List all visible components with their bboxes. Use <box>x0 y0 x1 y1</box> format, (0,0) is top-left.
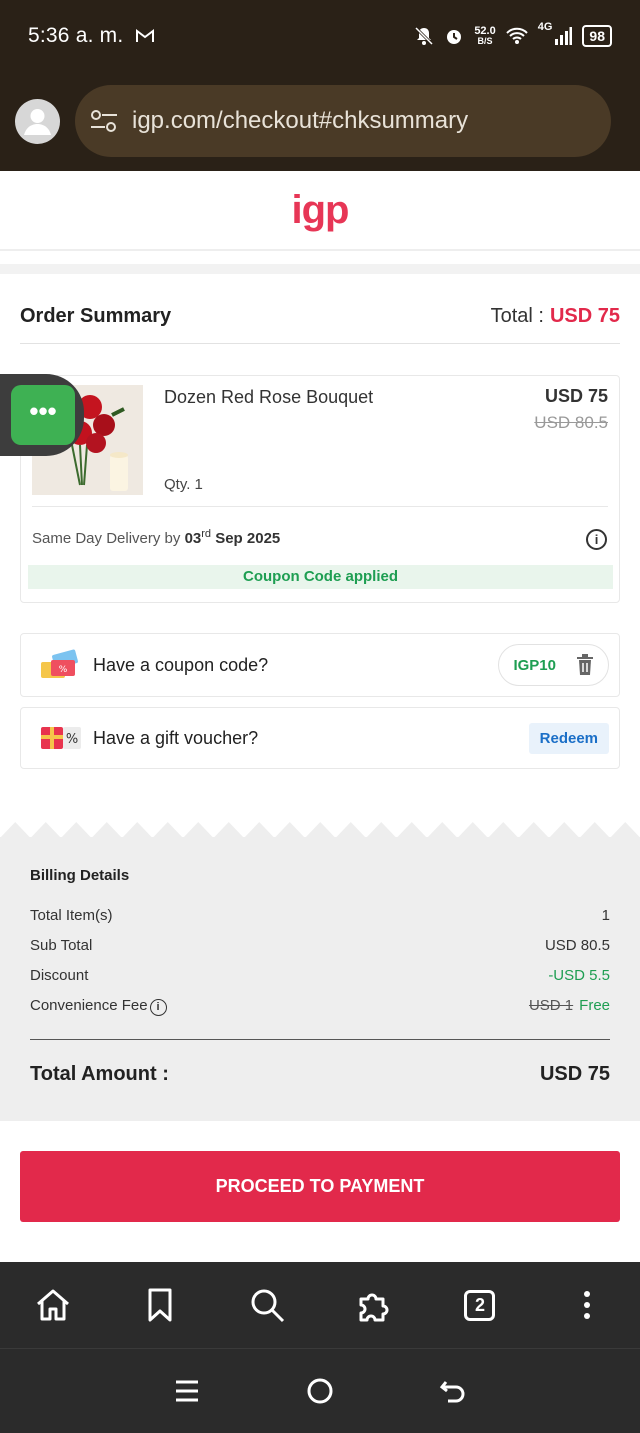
back-icon[interactable] <box>438 1376 468 1406</box>
system-nav-bar <box>0 1348 640 1433</box>
product-price: USD 75 <box>544 386 608 406</box>
svg-text:%: % <box>66 732 78 747</box>
browser-bottom-nav: 2 <box>0 1262 640 1348</box>
tabs-icon[interactable]: 2 <box>460 1285 500 1325</box>
status-bar: 5:36 a. m. 52.0 B/S 4G 98 <box>0 0 640 72</box>
chat-fab[interactable]: ••• <box>0 374 84 456</box>
applied-coupon-chip: IGP10 <box>498 644 609 686</box>
order-summary-title: Order Summary <box>20 305 172 327</box>
search-icon[interactable] <box>247 1285 287 1325</box>
tabs-count: 2 <box>464 1289 496 1321</box>
bill-row-subtotal: Sub Total USD 80.5 <box>30 937 610 954</box>
network-type: 4G <box>537 21 553 33</box>
mute-bell-icon <box>415 26 434 46</box>
svg-text:%: % <box>59 665 68 675</box>
more-dots-icon: ••• <box>11 385 75 445</box>
product-old-price: USD 80.5 <box>534 413 608 432</box>
proceed-to-payment-button[interactable]: PROCEED TO PAYMENT <box>20 1151 620 1222</box>
delivery-info: Same Day Delivery by 03rd Sep 2025 <box>32 528 281 547</box>
net-speed: 52.0 B/S <box>474 25 496 47</box>
gmail-icon <box>136 29 155 42</box>
order-total-value: USD 75 <box>549 305 620 327</box>
info-icon[interactable]: i <box>586 529 607 550</box>
trash-icon[interactable] <box>576 654 594 676</box>
browser-toolbar: igp.com/checkout#chksummary <box>0 72 640 171</box>
coupon-code: IGP10 <box>513 656 556 674</box>
signal-icon <box>555 27 573 45</box>
coupon-row[interactable]: % Have a coupon code? IGP10 <box>20 633 620 697</box>
total-amount-label: Total Amount : <box>30 1063 169 1085</box>
bill-row-discount: Discount -USD 5.5 <box>30 967 610 984</box>
address-bar[interactable]: igp.com/checkout#chksummary <box>75 85 611 157</box>
profile-avatar[interactable] <box>15 99 60 144</box>
bill-row-total-items: Total Item(s) 1 <box>30 907 610 924</box>
gift-voucher-row[interactable]: % Have a gift voucher? Redeem <box>20 707 620 769</box>
billing-details: Billing Details Total Item(s) 1 Sub Total… <box>0 837 640 1121</box>
recent-apps-icon[interactable] <box>172 1376 202 1406</box>
battery-icon: 98 <box>582 25 612 47</box>
coupon-label: Have a coupon code? <box>93 654 269 675</box>
zigzag-divider <box>0 822 640 838</box>
order-summary-header: Order Summary Total : USD 75 <box>20 290 620 344</box>
billing-title: Billing Details <box>30 867 130 884</box>
convenience-info-icon[interactable]: i <box>149 999 167 1016</box>
total-amount-row: Total Amount : USD 75 <box>30 1063 610 1086</box>
total-amount-value: USD 75 <box>539 1063 610 1085</box>
home-button-icon[interactable] <box>305 1376 335 1406</box>
more-menu-icon[interactable] <box>567 1285 607 1325</box>
section-divider <box>0 264 640 274</box>
order-total: Total : USD 75 <box>490 305 620 327</box>
divider <box>32 506 608 507</box>
wifi-icon <box>506 27 528 44</box>
order-summary: Order Summary Total : USD 75 <box>20 290 620 344</box>
gift-voucher-icon: % <box>39 721 83 755</box>
coupon-applied-banner: Coupon Code applied <box>28 565 613 589</box>
home-icon[interactable] <box>33 1285 73 1325</box>
extensions-icon[interactable] <box>353 1285 393 1325</box>
site-settings-icon[interactable] <box>90 109 118 133</box>
product-card: Dozen Red Rose Bouquet Qty. 1 USD 75 USD… <box>20 375 620 603</box>
alarm-icon <box>447 30 462 44</box>
gift-voucher-label: Have a gift voucher? <box>93 727 259 748</box>
user-icon <box>24 109 51 135</box>
redeem-button[interactable]: Redeem <box>528 722 609 754</box>
product-name[interactable]: Dozen Red Rose Bouquet <box>164 387 373 408</box>
status-time: 5:36 a. m. <box>28 24 124 47</box>
igp-logo[interactable]: igp <box>292 188 350 233</box>
url-text: igp.com/checkout#chksummary <box>132 107 469 134</box>
product-qty: Qty. 1 <box>164 476 203 493</box>
site-header: igp <box>0 171 640 251</box>
bookmark-icon[interactable] <box>140 1285 180 1325</box>
bill-row-convenience-fee: Convenience Fee i USD 1 Free <box>30 997 610 1016</box>
billing-divider <box>30 1039 610 1040</box>
coupon-icon: % <box>39 648 83 682</box>
